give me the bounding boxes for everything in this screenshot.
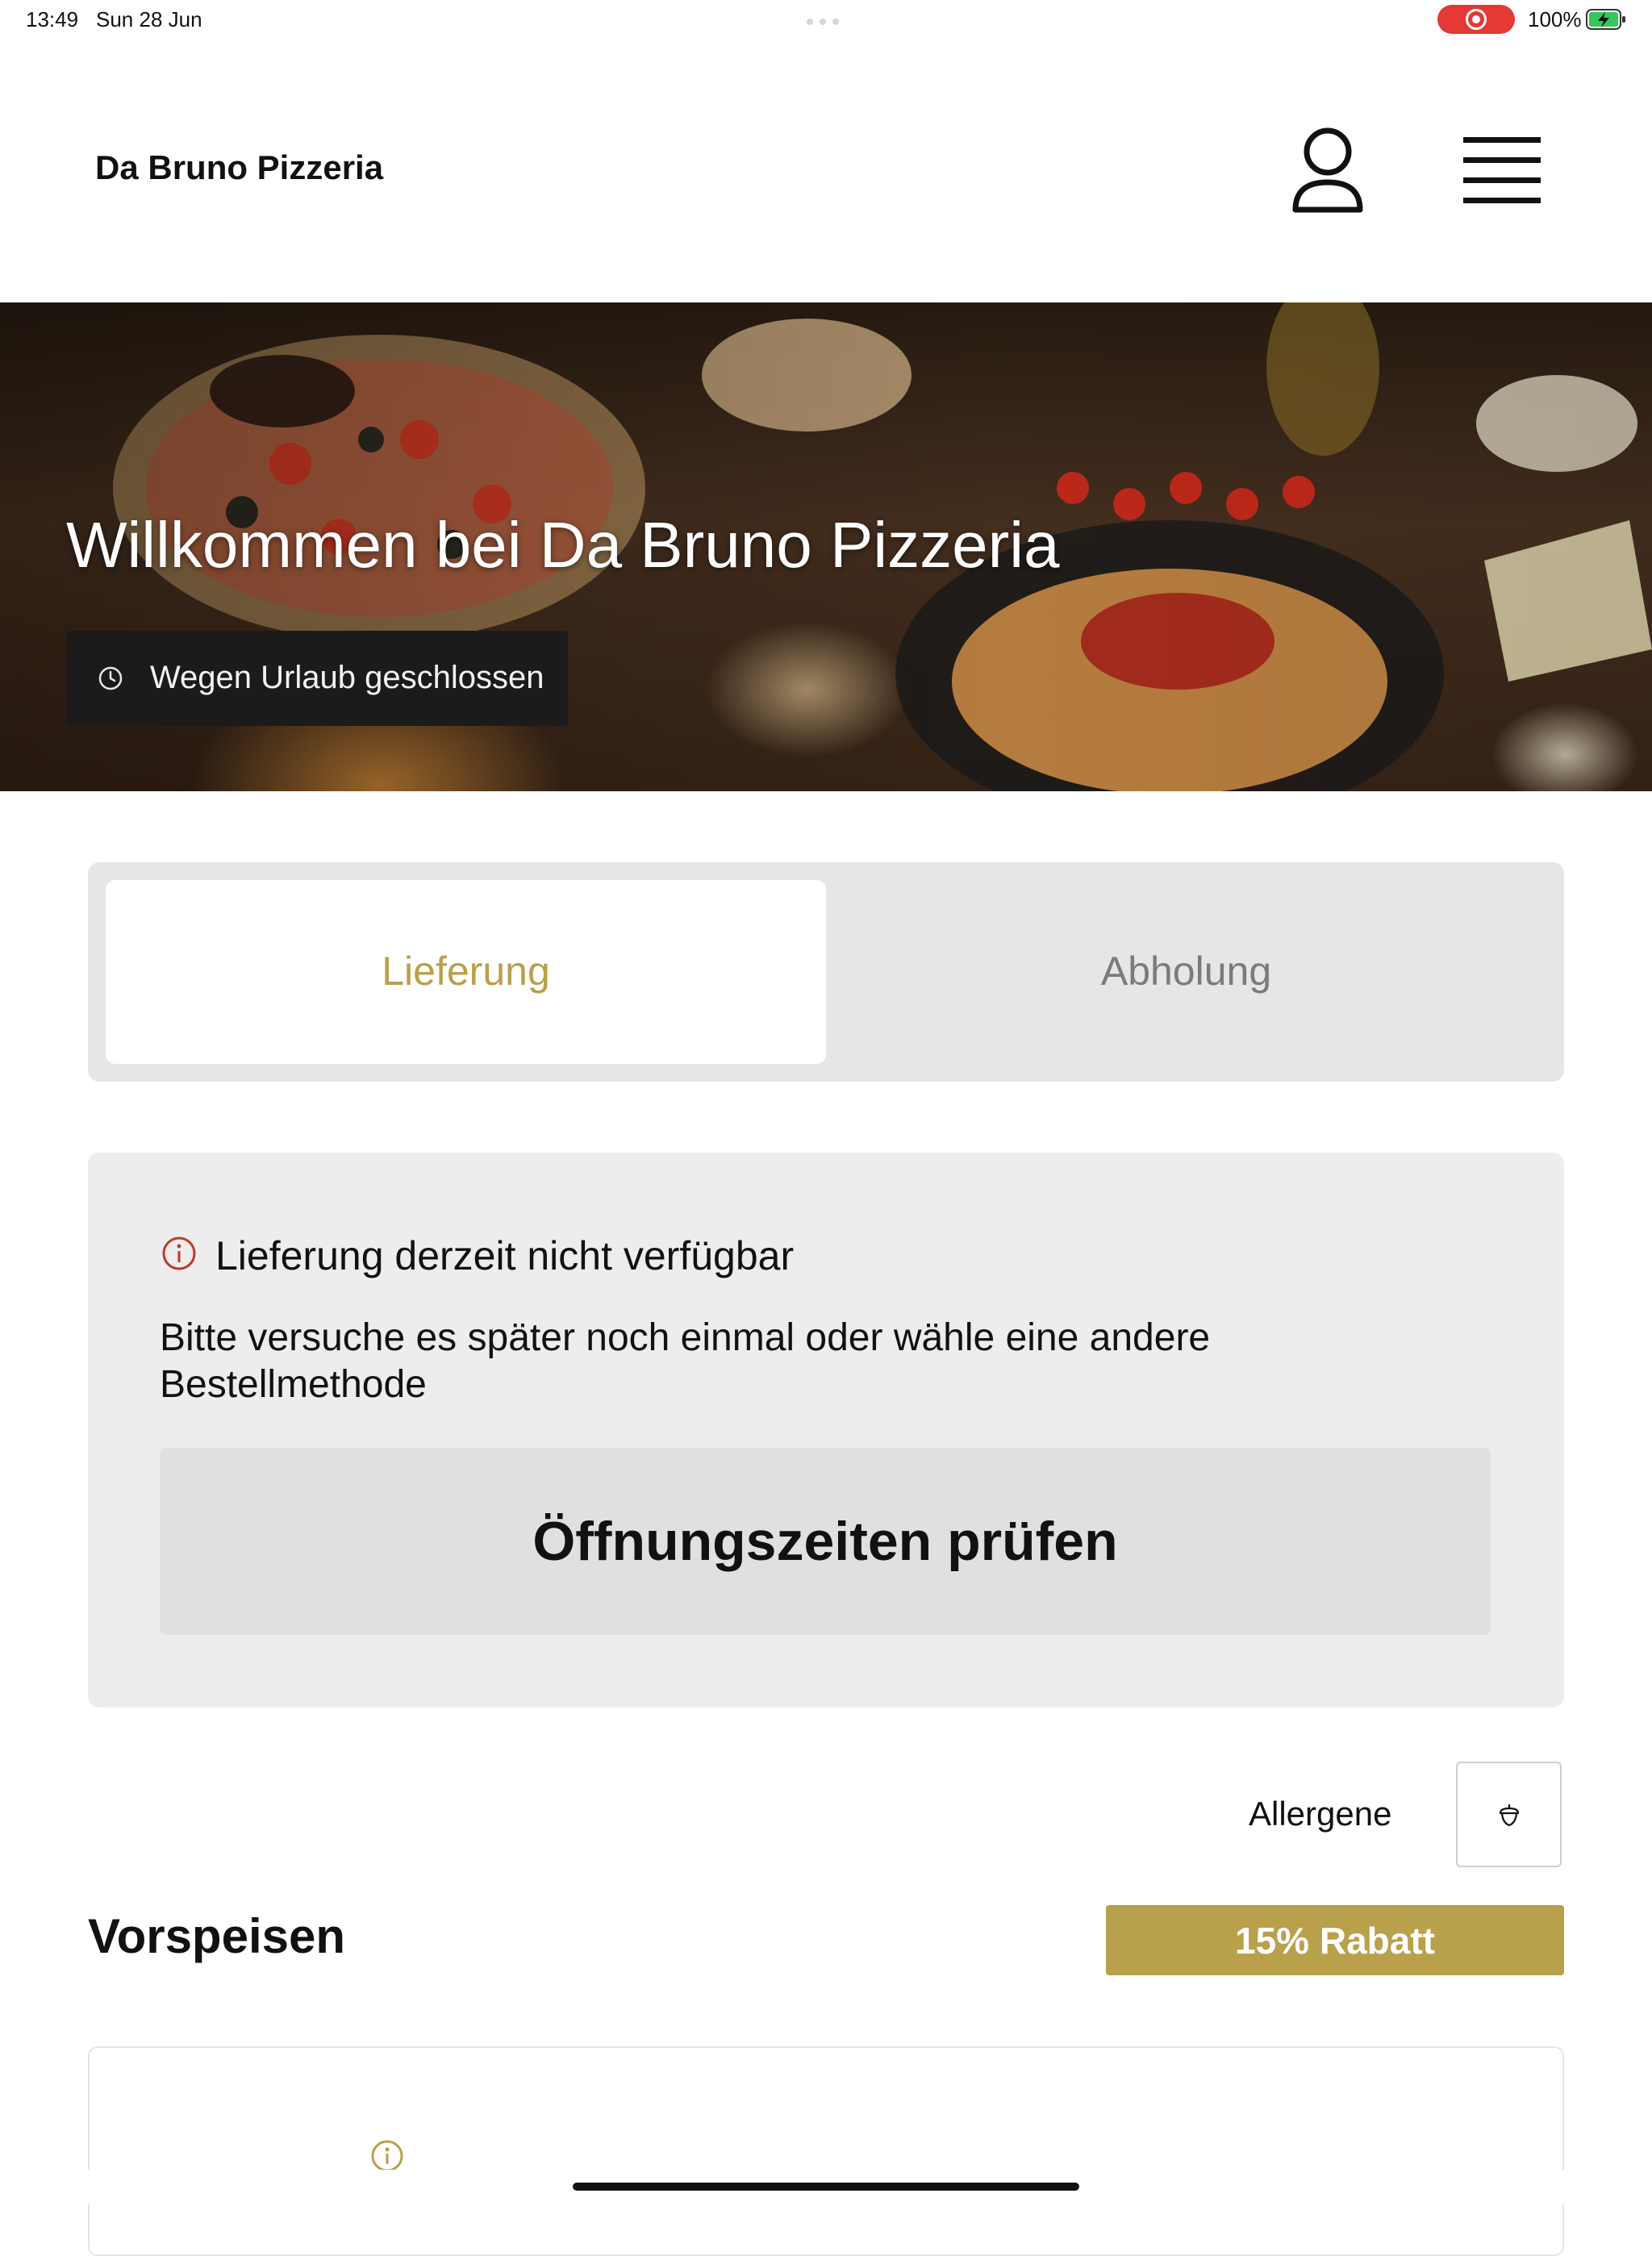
clock-icon: [98, 666, 123, 690]
hero-title: Willkommen bei Da Bruno Pizzeria: [66, 509, 1060, 581]
discount-badge: 15% Rabatt: [1106, 1905, 1564, 1975]
record-icon: [1466, 9, 1487, 30]
person-icon[interactable]: [1289, 126, 1366, 215]
acorn-icon: [1499, 1804, 1520, 1827]
section-title: Vorspeisen: [88, 1909, 346, 1963]
status-time: 13:49: [26, 7, 79, 31]
notice-title: Lieferung derzeit nicht verfügbar: [215, 1233, 795, 1278]
battery-percent: 100%: [1528, 7, 1582, 31]
item-info-icon[interactable]: [369, 2138, 405, 2174]
status-date: Sun 28 Jun: [96, 7, 202, 31]
tab-pickup[interactable]: Abholung: [826, 948, 1546, 995]
tab-delivery-label[interactable]: Lieferung: [106, 948, 826, 995]
check-opening-hours-button[interactable]: Öffnungszeiten prüfen: [160, 1448, 1491, 1635]
restaurant-name[interactable]: Da Bruno Pizzeria: [95, 148, 383, 187]
menu-item-card[interactable]: [88, 2046, 1564, 2256]
info-icon: [162, 1236, 196, 1270]
battery-charging-icon: [1586, 9, 1625, 30]
hamburger-menu-icon[interactable]: [1462, 136, 1542, 205]
allergens-label[interactable]: Allergene: [1249, 1795, 1391, 1833]
multitasking-dots[interactable]: [807, 15, 845, 25]
notice-body: Bitte versuche es später noch einmal ode…: [160, 1316, 1211, 1406]
home-indicator[interactable]: [573, 2183, 1079, 2191]
status-badge-text: Wegen Urlaub geschlossen: [150, 660, 544, 695]
